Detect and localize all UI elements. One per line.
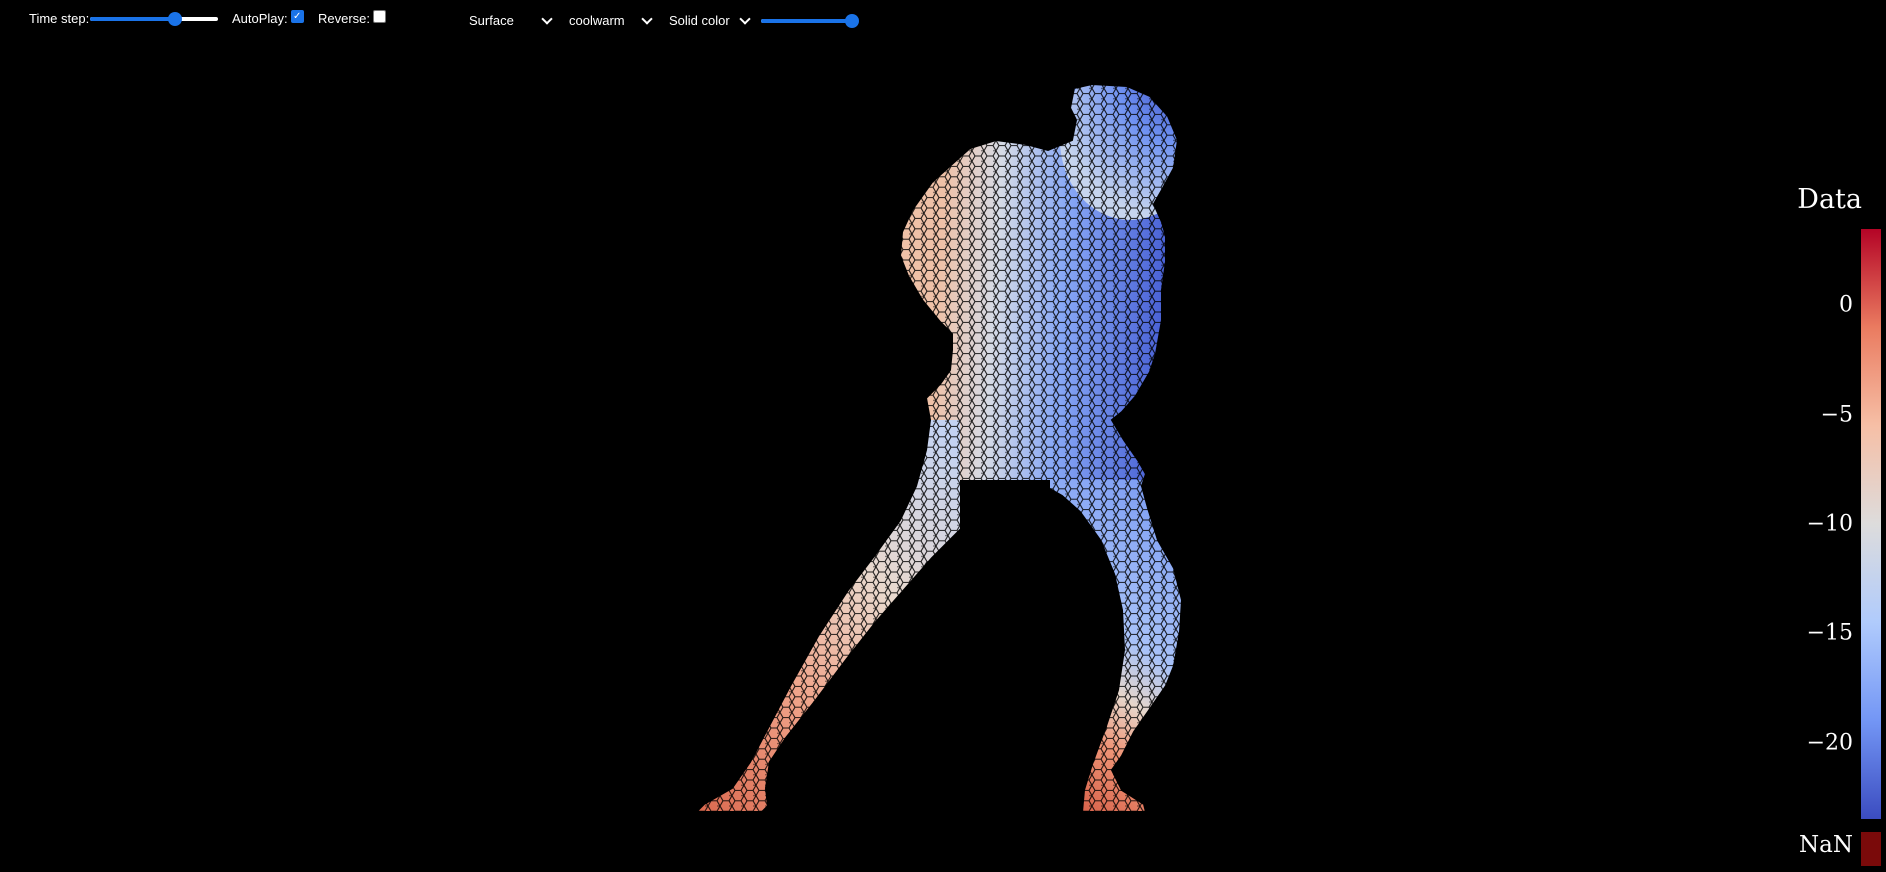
chevron-down-icon (641, 12, 653, 25)
opacity-slider-thumb[interactable] (845, 14, 859, 28)
scalar-bar-tick-label: −20 (1806, 730, 1853, 756)
scalar-bar (1861, 229, 1881, 819)
chevron-down-icon (739, 12, 751, 25)
scalar-bar-tick-label: 0 (1839, 292, 1853, 318)
reverse-checkbox[interactable] (373, 10, 387, 23)
autoplay-label: AutoPlay: (232, 11, 288, 26)
opacity-slider[interactable] (761, 14, 859, 28)
color-mode-select[interactable]: Solid color (669, 12, 751, 28)
time-step-label: Time step: (29, 11, 90, 26)
autoplay-control: AutoPlay: ✓ (232, 10, 304, 26)
representation-select[interactable]: Surface (469, 12, 553, 28)
representation-select-value: Surface (469, 13, 514, 28)
scalar-bar-tick-label: −15 (1806, 620, 1853, 646)
opacity-control (761, 14, 859, 28)
chevron-down-icon (541, 12, 553, 25)
toolbar: Time step: AutoPlay: ✓ Reverse: Surface … (0, 0, 1886, 40)
reverse-control: Reverse: (318, 10, 387, 26)
time-step-slider[interactable] (90, 11, 219, 26)
mesh-figure (695, 83, 1183, 813)
scalar-bar-tick-label: −5 (1820, 402, 1853, 428)
nan-color-swatch (1861, 832, 1881, 866)
scalar-bar-gradient (1861, 229, 1881, 819)
color-mode-select-value: Solid color (669, 13, 730, 28)
colormap-select[interactable]: coolwarm (569, 12, 653, 28)
time-step-control: Time step: (29, 11, 219, 26)
scalar-bar-title: Data (1797, 184, 1862, 215)
nan-label: NaN (1799, 832, 1853, 858)
render-viewport[interactable] (0, 40, 1886, 872)
colormap-select-value: coolwarm (569, 13, 625, 28)
reverse-label: Reverse: (318, 11, 371, 26)
time-step-slider-thumb[interactable] (167, 11, 182, 26)
scalar-bar-tick-label: −10 (1806, 511, 1853, 537)
autoplay-checkbox[interactable]: ✓ (290, 10, 304, 23)
